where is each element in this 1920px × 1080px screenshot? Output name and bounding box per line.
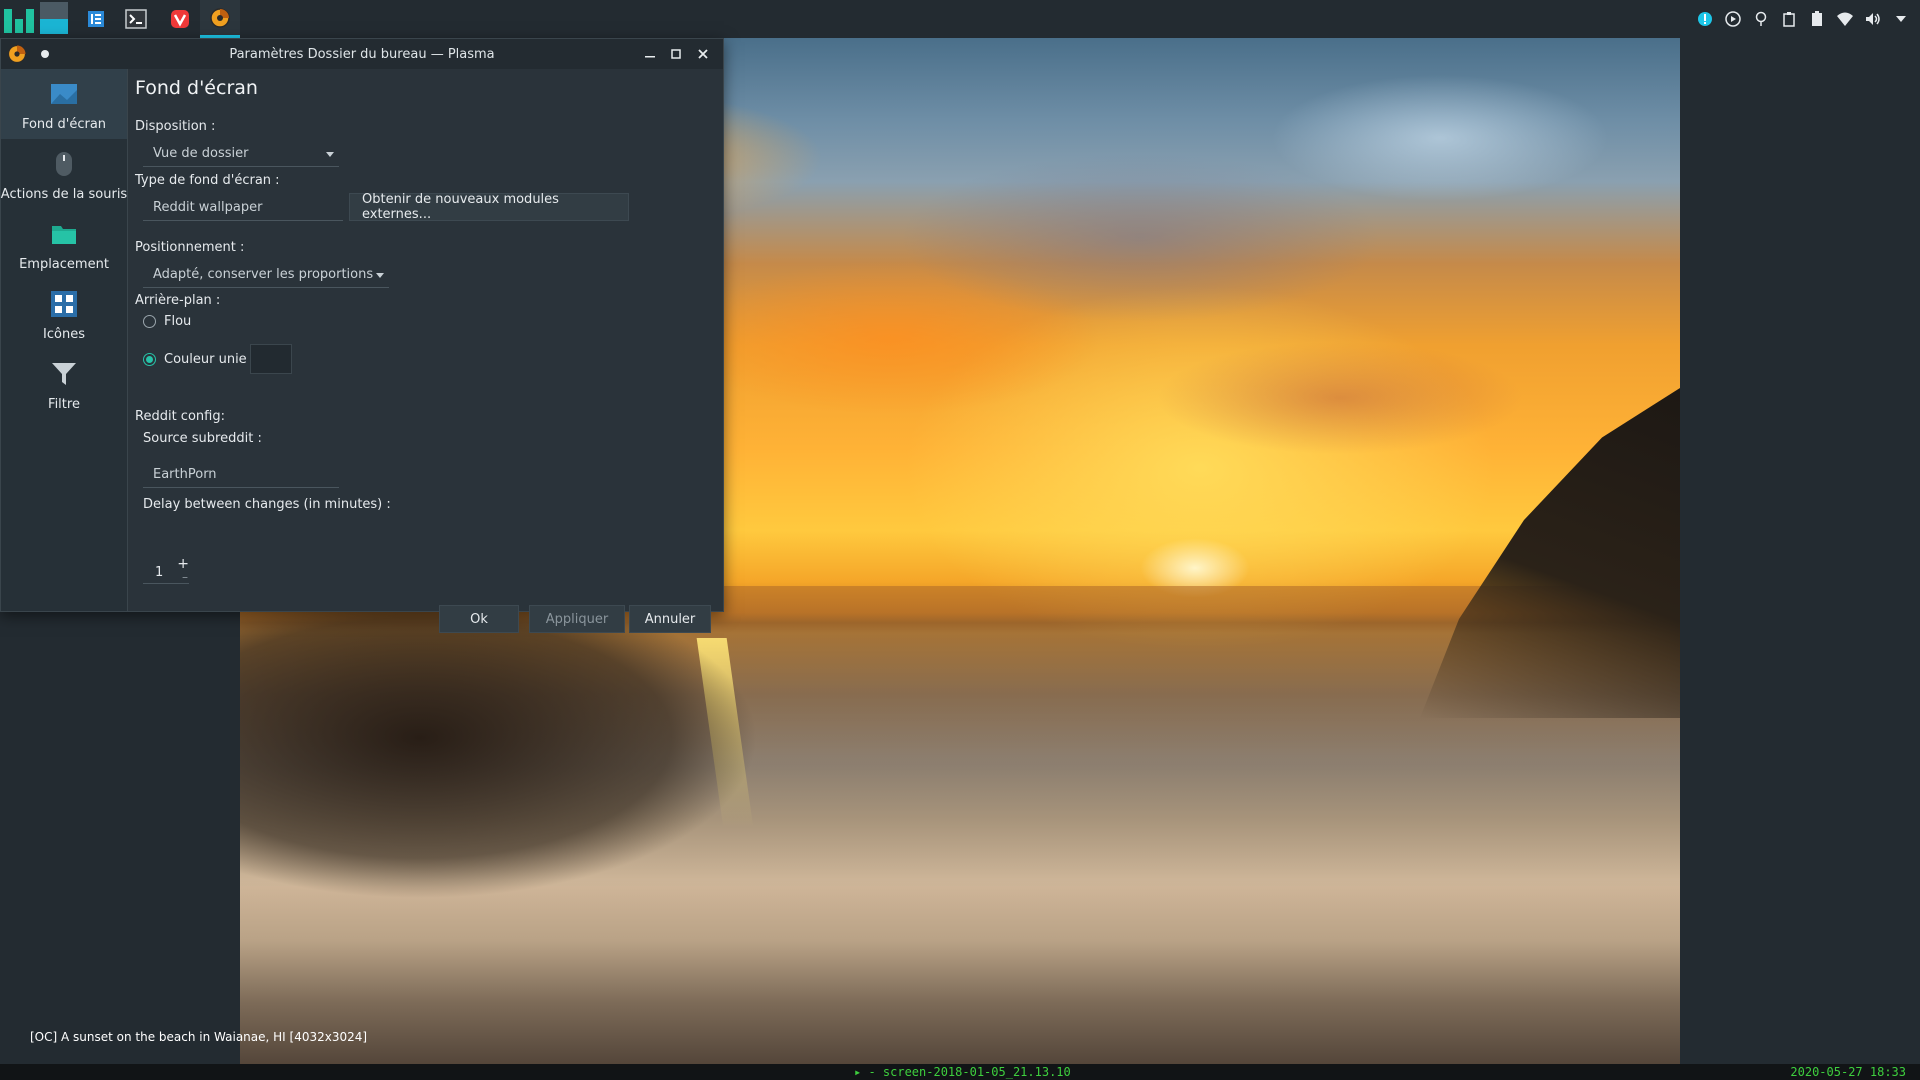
source-subreddit-label: Source subreddit : <box>143 431 262 446</box>
maximize-button[interactable] <box>667 45 685 63</box>
wallpaper-icon <box>50 81 78 107</box>
layout-combobox[interactable]: Vue de dossier <box>143 141 339 167</box>
sidebar-item-label: Icônes <box>43 327 85 342</box>
application-launcher-icon[interactable] <box>0 0 38 38</box>
radio-solid-label: Couleur unie <box>164 352 247 367</box>
plasma-settings-icon[interactable] <box>7 44 27 64</box>
status-clock: 2020-05-27 18:33 <box>1790 1065 1906 1079</box>
battery-icon[interactable] <box>1808 10 1826 28</box>
sidebar-item-label: Fond d'écran <box>21 117 107 132</box>
wallpaper-type-label: Type de fond d'écran : <box>135 173 280 188</box>
radio-circle-selected[interactable] <box>143 353 156 366</box>
close-button[interactable] <box>694 45 712 63</box>
wallpaper-type-combobox[interactable]: Reddit wallpaper <box>143 195 343 221</box>
media-play-icon[interactable] <box>1724 10 1742 28</box>
minimize-icon <box>645 56 655 58</box>
delay-value: 1 <box>155 565 164 580</box>
settings-dialog: Paramètres Dossier du bureau — Plasma Fo… <box>0 38 724 633</box>
location-icon[interactable] <box>1752 10 1770 28</box>
top-panel <box>0 0 1920 38</box>
sidebar-item-wallpaper[interactable]: Fond d'écran <box>1 69 127 139</box>
minimize-button[interactable] <box>641 45 659 63</box>
source-subreddit-value: EarthPorn <box>153 467 217 482</box>
wallpaper-caption: [OC] A sunset on the beach in Waianae, H… <box>30 1030 368 1044</box>
terminal-icon <box>125 9 147 29</box>
close-icon <box>698 49 708 59</box>
folder-icon <box>50 221 78 247</box>
settings-sidebar: Fond d'écran Actions de la souris Emplac… <box>1 69 128 611</box>
active-desktop-indicator <box>40 19 68 34</box>
radio-solid-color[interactable]: Couleur unie <box>143 352 247 367</box>
decrement-icon[interactable]: – <box>182 570 188 584</box>
background-label: Arrière-plan : <box>135 293 221 308</box>
layout-label: Disposition : <box>135 119 216 134</box>
cancel-button[interactable]: Annuler <box>629 605 711 633</box>
sidebar-item-label: Actions de la souris <box>0 187 128 202</box>
status-bar: ▸ - screen-2018-01-05_21.13.10 2020-05-2… <box>0 1064 1920 1080</box>
dialog-title: Paramètres Dossier du bureau — Plasma <box>229 46 495 62</box>
sidebar-item-icons[interactable]: Icônes <box>1 279 127 349</box>
mouse-icon <box>50 151 78 177</box>
ok-button[interactable]: Ok <box>439 605 519 633</box>
chevron-down-icon <box>325 149 335 159</box>
delay-label: Delay between changes (in minutes) : <box>143 497 391 512</box>
virtual-desktop-pager[interactable] <box>40 2 68 34</box>
positioning-label: Positionnement : <box>135 240 245 255</box>
wifi-icon[interactable] <box>1836 10 1854 28</box>
positioning-value: Adapté, conserver les proportions <box>153 267 374 282</box>
page-title: Fond d'écran <box>135 77 258 99</box>
file-manager-icon <box>88 11 104 27</box>
wallpaper-type-value: Reddit wallpaper <box>153 200 263 215</box>
delay-spinbox[interactable]: 1 + – <box>143 556 189 584</box>
radio-blur[interactable]: Flou <box>143 314 191 329</box>
sidebar-item-location[interactable]: Emplacement <box>1 209 127 279</box>
reddit-config-label: Reddit config: <box>135 409 225 424</box>
chevron-down-icon <box>375 270 385 280</box>
sidebar-item-mouse-actions[interactable]: Actions de la souris <box>1 139 127 209</box>
task-file-manager[interactable] <box>76 0 116 38</box>
sidebar-item-label: Emplacement <box>19 257 109 272</box>
settings-content: Fond d'écran Disposition : Vue de dossie… <box>135 69 721 633</box>
system-tray <box>1696 0 1910 38</box>
volume-icon[interactable] <box>1864 10 1882 28</box>
task-vivaldi[interactable] <box>160 0 200 38</box>
sidebar-item-filter[interactable]: Filtre <box>1 349 127 419</box>
vivaldi-icon <box>171 10 189 28</box>
notification-icon[interactable] <box>1696 10 1714 28</box>
sidebar-item-label: Filtre <box>48 397 80 412</box>
get-new-plugins-button[interactable]: Obtenir de nouveaux modules externes... <box>349 192 629 222</box>
status-screen-label: ▸ - screen-2018-01-05_21.13.10 <box>854 1065 1071 1079</box>
positioning-combobox[interactable]: Adapté, conserver les proportions <box>143 262 389 288</box>
radio-blur-label: Flou <box>164 314 192 329</box>
maximize-icon <box>671 49 681 59</box>
filter-icon <box>50 361 78 387</box>
wallpaper-rocks <box>240 608 960 968</box>
task-plasma-settings[interactable] <box>200 0 240 38</box>
task-terminal[interactable] <box>116 0 156 38</box>
apply-button[interactable]: Appliquer <box>529 605 625 633</box>
keep-above-icon[interactable] <box>41 50 49 58</box>
tray-expand-icon[interactable] <box>1892 10 1910 28</box>
clipboard-icon[interactable] <box>1780 10 1798 28</box>
color-swatch-button[interactable] <box>250 344 292 374</box>
layout-value: Vue de dossier <box>153 146 249 161</box>
dialog-titlebar[interactable]: Paramètres Dossier du bureau — Plasma <box>1 39 723 69</box>
source-subreddit-input[interactable]: EarthPorn <box>143 462 339 488</box>
icons-grid-icon <box>50 291 78 317</box>
radio-circle[interactable] <box>143 315 156 328</box>
plasma-settings-icon <box>210 7 230 28</box>
